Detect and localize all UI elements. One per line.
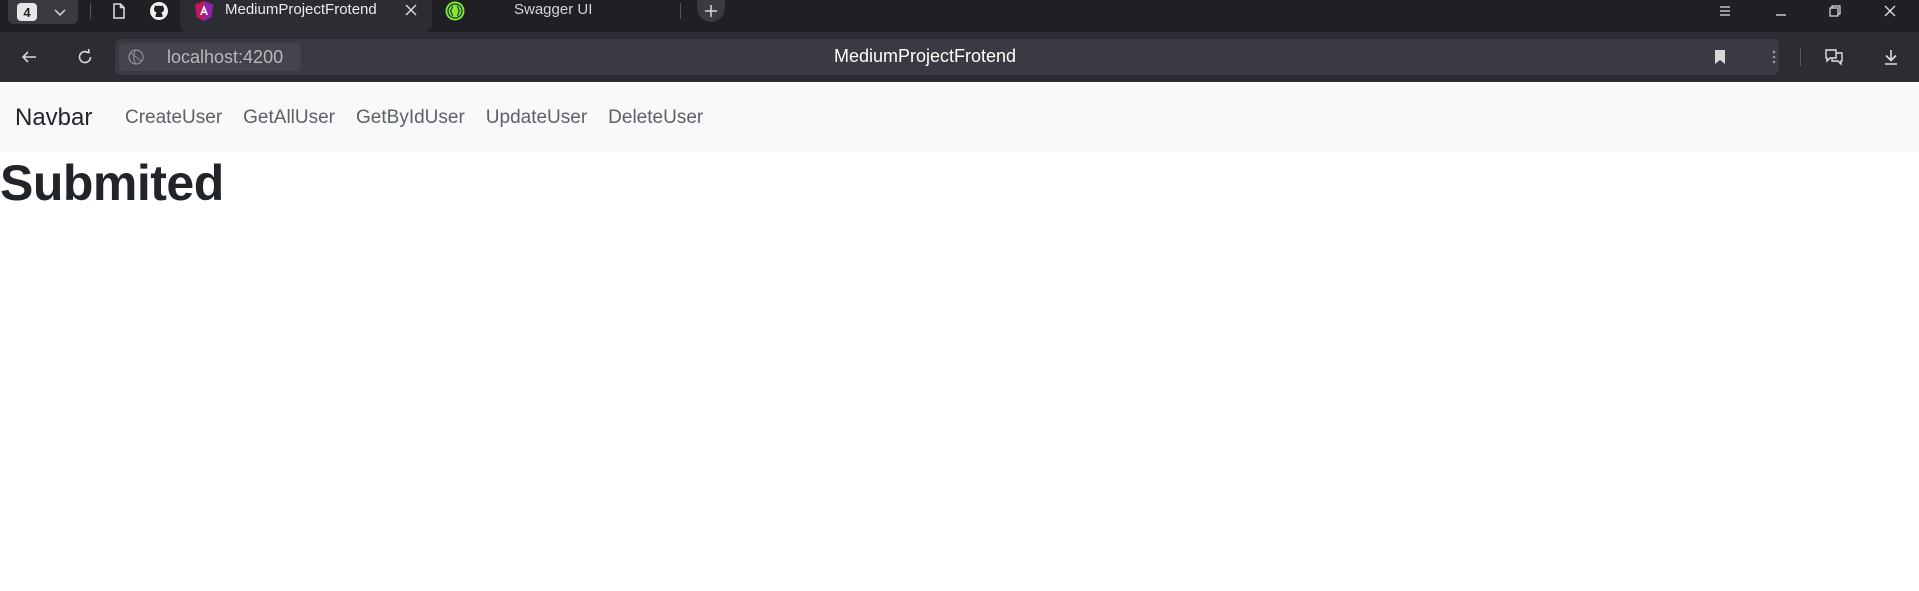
tab-list-chevron-icon — [54, 9, 66, 17]
close-tab-icon[interactable] — [403, 2, 419, 18]
tab-count-badge: 4 — [17, 3, 37, 21]
bookmark-icon[interactable] — [1710, 47, 1730, 67]
plus-icon — [705, 5, 717, 17]
page-heading: Submited — [0, 155, 224, 211]
page-icon[interactable] — [108, 0, 130, 22]
menu-icon[interactable] — [1714, 0, 1736, 22]
browser-toolbar: localhost:4200 MediumProjectFrotend — [0, 32, 1919, 82]
navbar-brand[interactable]: Navbar — [15, 104, 92, 132]
github-icon[interactable] — [148, 0, 170, 22]
chat-icon[interactable] — [1822, 45, 1846, 69]
nav-link-get-by-id-user[interactable]: GetByIdUser — [356, 107, 465, 129]
nav-link-update-user[interactable]: UpdateUser — [486, 107, 587, 129]
angular-icon — [195, 1, 213, 21]
app-navbar: Navbar CreateUser GetAllUser GetByIdUser… — [0, 82, 1919, 152]
swagger-icon — [445, 1, 465, 21]
tab-strip-divider — [680, 3, 681, 19]
more-vertical-icon[interactable] — [1762, 45, 1786, 69]
tab-count-button[interactable]: 4 — [8, 0, 78, 24]
nav-link-create-user[interactable]: CreateUser — [125, 107, 222, 129]
tab-swagger-ui[interactable]: Swagger UI — [436, 0, 680, 24]
tab-strip-divider — [90, 3, 91, 19]
nav-link-delete-user[interactable]: DeleteUser — [608, 107, 703, 129]
new-tab-button[interactable] — [697, 0, 725, 22]
tab-title: Swagger UI — [514, 1, 593, 18]
reload-icon[interactable] — [73, 45, 97, 69]
tab-medium-project[interactable]: MediumProjectFrotend — [180, 0, 432, 32]
restore-icon[interactable] — [1824, 0, 1846, 22]
download-icon[interactable] — [1879, 45, 1903, 69]
nav-link-get-all-user[interactable]: GetAllUser — [243, 107, 335, 129]
tab-title: MediumProjectFrotend — [225, 1, 377, 18]
back-arrow-icon[interactable] — [17, 45, 41, 69]
close-icon[interactable] — [1879, 0, 1901, 22]
tab-strip: 4 MediumProjectFrotend Swagger UI — [0, 0, 1919, 32]
toolbar-divider — [1800, 48, 1801, 66]
address-bar[interactable]: localhost:4200 MediumProjectFrotend — [115, 39, 1779, 75]
nav-links: CreateUser GetAllUser GetByIdUser Update… — [125, 107, 724, 129]
page-title-display: MediumProjectFrotend — [833, 46, 1017, 66]
minimize-icon[interactable] — [1770, 0, 1792, 22]
